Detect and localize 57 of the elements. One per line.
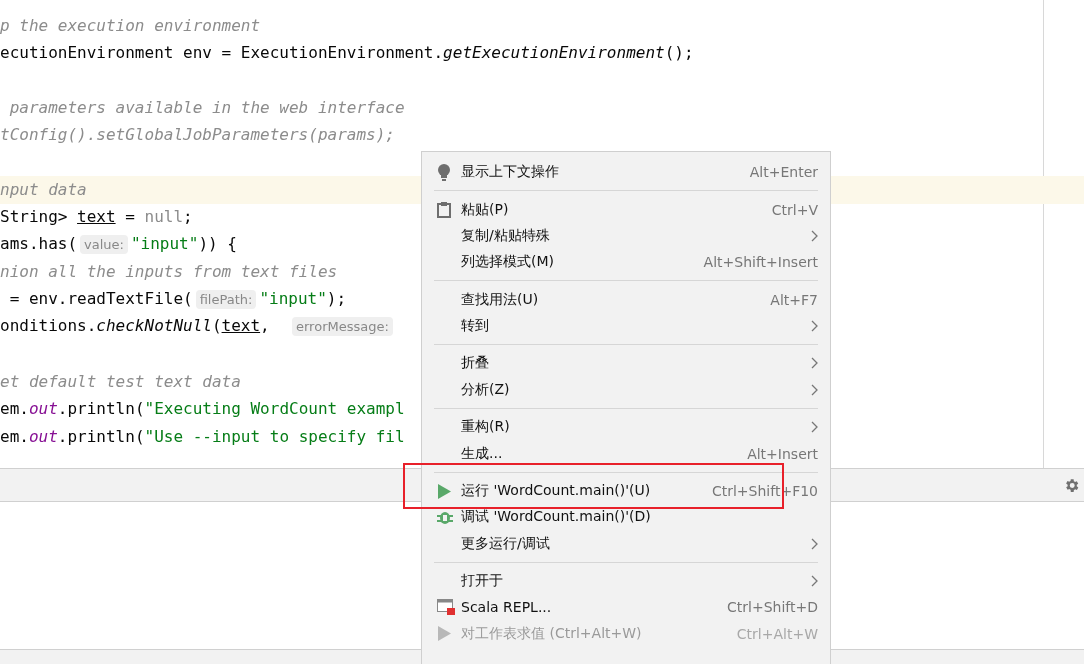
menu-item-label: 调试 'WordCount.main()'(D) bbox=[461, 508, 652, 527]
menu-item[interactable]: 分析(Z) bbox=[422, 376, 830, 403]
menu-item[interactable]: 显示上下文操作 Alt+Enter bbox=[422, 159, 830, 186]
menu-item[interactable]: 更多运行/调试 bbox=[422, 530, 830, 557]
menu-item-label: 生成... bbox=[461, 444, 504, 463]
menu-item[interactable]: 重构(R) bbox=[422, 414, 830, 441]
menu-item-label: 复制/粘贴特殊 bbox=[461, 226, 551, 245]
menu-item[interactable]: 折叠 bbox=[422, 350, 830, 377]
settings-icon[interactable] bbox=[1063, 476, 1080, 494]
menu-item-label: 列选择模式(M) bbox=[461, 253, 555, 272]
menu-item-label: 重构(R) bbox=[461, 418, 511, 437]
shortcut-label: Ctrl+Alt+W bbox=[736, 625, 818, 642]
code-line: nion all the inputs from text files bbox=[0, 262, 338, 283]
menu-item-label: 分析(Z) bbox=[461, 380, 511, 399]
shortcut-label: Ctrl+V bbox=[771, 201, 818, 218]
menu-item[interactable]: 复制/粘贴特殊 bbox=[422, 222, 830, 250]
menu-item-label: 运行 'WordCount.main()'(U) bbox=[461, 482, 652, 501]
code-line: tConfig().setGlobalJobParameters(params); bbox=[0, 125, 395, 146]
code-line: ams.has( value: "input")) { bbox=[0, 234, 237, 256]
menu-item[interactable]: 粘贴(P) Ctrl+V bbox=[422, 196, 830, 223]
play-icon bbox=[437, 483, 451, 499]
menu-item-label: 打开于 bbox=[461, 572, 504, 591]
code-line: ecutionEnvironment env = ExecutionEnvironment.getExecutionEnvironment(); bbox=[0, 43, 694, 64]
menu-item-label: 折叠 bbox=[461, 354, 490, 373]
menu-item-label: Scala REPL... bbox=[461, 599, 553, 616]
menu-item[interactable]: 转到 bbox=[422, 312, 830, 340]
menu-item-label: 对工作表求值 (Ctrl+Alt+W) bbox=[461, 624, 643, 643]
menu-item-label: 粘贴(P) bbox=[461, 200, 510, 219]
code-line: em.out.println("Use --input to specify fil bbox=[0, 426, 405, 447]
menu-item[interactable]: 列选择模式(M) Alt+Shift+Insert bbox=[422, 249, 830, 276]
menu-item-label: 查找用法(U) bbox=[461, 290, 540, 309]
play-icon bbox=[437, 626, 451, 642]
menu-item[interactable]: 查找用法(U) Alt+F7 bbox=[422, 286, 830, 313]
bug-icon bbox=[437, 509, 453, 526]
clipboard-icon bbox=[437, 201, 451, 218]
code-line: = env.readTextFile( filePath: "input"); bbox=[8, 289, 347, 311]
code-line: em.out.println("Executing WordCount exampl bbox=[0, 399, 405, 420]
shortcut-label: Ctrl+Shift+D bbox=[727, 599, 818, 616]
shortcut-label: Alt+Shift+Insert bbox=[703, 254, 818, 271]
shortcut-label: Alt+Insert bbox=[747, 445, 818, 462]
menu-item-label: 转到 bbox=[461, 317, 490, 335]
menu-item-label: 显示上下文操作 bbox=[461, 163, 560, 182]
code-line: String> text = null; bbox=[0, 207, 193, 228]
menu-item[interactable]: 调试 'WordCount.main()'(D) bbox=[422, 504, 830, 531]
code-line: onditions.checkNotNull(text, errorMessage: bbox=[0, 316, 396, 338]
shortcut-label: Alt+F7 bbox=[770, 291, 818, 308]
console-window-icon bbox=[437, 599, 455, 616]
code-line: et default test text data bbox=[0, 371, 241, 392]
code-line: p the execution environment bbox=[0, 15, 261, 36]
menu-item[interactable]: 生成... Alt+Insert bbox=[422, 440, 830, 467]
code-line: nput data bbox=[0, 180, 87, 201]
menu-item-label: 更多运行/调试 bbox=[461, 534, 551, 553]
menu-item[interactable]: 打开于 bbox=[422, 568, 830, 595]
lightbulb-icon bbox=[437, 163, 451, 181]
menu-item[interactable]: Scala REPL... Ctrl+Shift+D bbox=[422, 594, 830, 621]
code-line: parameters available in the web interface bbox=[8, 97, 405, 118]
shortcut-label: Alt+Enter bbox=[749, 164, 818, 181]
